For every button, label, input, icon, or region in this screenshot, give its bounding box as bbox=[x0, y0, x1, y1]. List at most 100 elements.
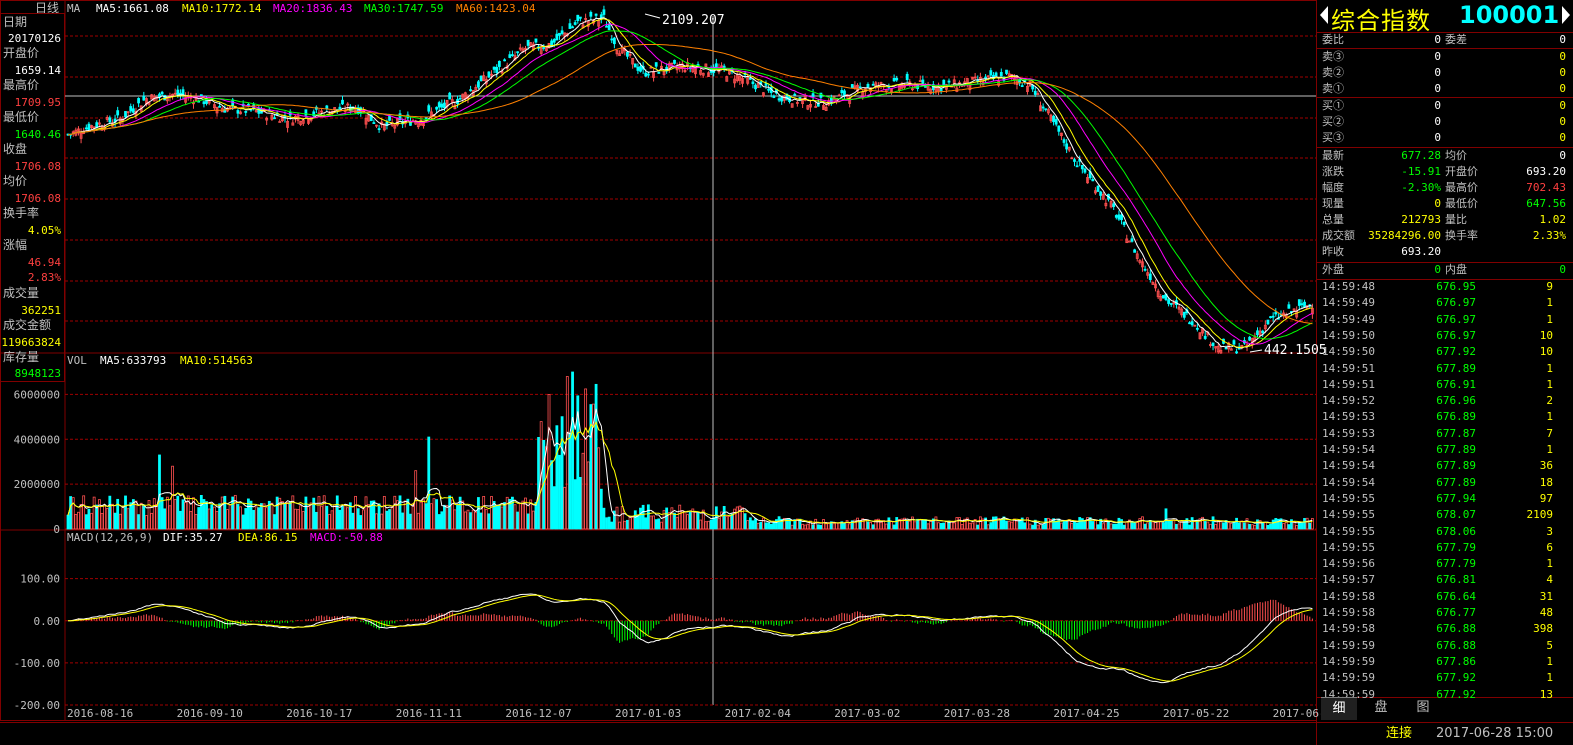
order-diff-label: 委差 bbox=[1445, 33, 1467, 46]
x-axis-date: 2016-10-17 bbox=[286, 707, 352, 720]
volume-bar bbox=[346, 507, 350, 530]
volume-bar bbox=[1219, 520, 1223, 530]
volume-bar bbox=[1117, 517, 1121, 530]
candle-body bbox=[924, 85, 927, 88]
tick-time: 14:59:58 bbox=[1322, 606, 1375, 619]
volume-bar bbox=[683, 511, 687, 530]
candle-body bbox=[124, 111, 127, 118]
volume-bar bbox=[364, 496, 368, 530]
volume-bar bbox=[704, 521, 708, 530]
candle-body bbox=[1271, 315, 1275, 318]
candle-body bbox=[1096, 185, 1100, 192]
candle-body bbox=[1133, 249, 1137, 253]
candle-body bbox=[772, 95, 776, 98]
volume-bar bbox=[1248, 523, 1252, 530]
candle-body bbox=[1195, 327, 1199, 330]
volume-bar bbox=[362, 509, 365, 530]
volume-bar bbox=[74, 514, 78, 530]
volume-bar bbox=[270, 502, 274, 530]
volume-bar bbox=[1146, 522, 1150, 530]
ma60-label: MA60:1423.04 bbox=[456, 2, 536, 15]
stat-value: -2.30% bbox=[1401, 181, 1441, 194]
volume-bar bbox=[95, 504, 99, 530]
volume-bar bbox=[199, 495, 203, 530]
tick-price: 676.64 bbox=[1436, 589, 1476, 603]
connection-status[interactable]: 连接 bbox=[1386, 723, 1412, 745]
ma-label: MA bbox=[67, 2, 81, 15]
tick-price: 678.06 bbox=[1436, 524, 1476, 538]
volume-bar bbox=[924, 519, 927, 530]
tick-time: 14:59:53 bbox=[1322, 426, 1375, 440]
volume-bar bbox=[484, 509, 488, 530]
tab-book[interactable]: 盘 bbox=[1363, 697, 1399, 719]
volume-bar bbox=[220, 496, 224, 530]
volume-bar bbox=[1031, 524, 1035, 530]
candle-body bbox=[578, 16, 582, 19]
volume-bar bbox=[1235, 517, 1238, 530]
tick-price: 676.91 bbox=[1436, 377, 1476, 391]
tick-volume: 4 bbox=[1546, 573, 1553, 587]
volume-bar bbox=[1154, 521, 1157, 530]
volume-bar bbox=[176, 495, 180, 530]
volume-bar bbox=[1151, 521, 1155, 530]
tick-volume: 13 bbox=[1539, 687, 1553, 701]
candle-body bbox=[1256, 330, 1259, 336]
volume-bar bbox=[1287, 524, 1291, 530]
volume-bar bbox=[662, 510, 666, 530]
candle-body bbox=[199, 94, 203, 97]
volume-bar bbox=[1203, 521, 1207, 530]
candle-body bbox=[989, 70, 993, 76]
volume-bar bbox=[252, 509, 256, 530]
prev-arrow-icon[interactable] bbox=[1320, 6, 1328, 24]
volume-bar bbox=[649, 515, 653, 530]
volume-bar bbox=[440, 511, 444, 530]
candle-body bbox=[1211, 342, 1215, 347]
volume-bar bbox=[77, 511, 80, 530]
volume-bar bbox=[1080, 518, 1084, 530]
volume-bar bbox=[497, 505, 501, 530]
volume-bar bbox=[1188, 524, 1191, 530]
change-value: 46.94 bbox=[27, 256, 61, 269]
volume-bar bbox=[537, 436, 540, 530]
next-arrow-icon[interactable] bbox=[1562, 6, 1570, 24]
bid-volume: 0 bbox=[1559, 115, 1566, 128]
tab-chart[interactable]: 图 bbox=[1405, 697, 1441, 719]
volume-bar bbox=[748, 517, 752, 530]
candle-body bbox=[508, 54, 512, 58]
candle-body bbox=[646, 73, 650, 76]
ma60-line bbox=[67, 44, 1313, 325]
open-label: 开盘价 bbox=[3, 46, 40, 60]
volume-bar bbox=[1148, 520, 1152, 530]
candle-body bbox=[1083, 168, 1087, 173]
tick-price: 676.89 bbox=[1436, 410, 1476, 424]
tick-volume: 97 bbox=[1539, 491, 1553, 505]
volume-bar bbox=[111, 503, 114, 530]
volume-bar bbox=[824, 523, 828, 530]
volume-bar bbox=[273, 514, 276, 530]
tick-time: 14:59:59 bbox=[1322, 654, 1375, 668]
candle-body bbox=[1303, 301, 1306, 308]
candle-body bbox=[1052, 115, 1055, 123]
candle-body bbox=[448, 92, 452, 100]
candle-body bbox=[594, 13, 598, 16]
candle-body bbox=[840, 90, 844, 94]
ask-volume: 0 bbox=[1559, 50, 1566, 63]
volume-bar bbox=[139, 502, 143, 530]
candle-body bbox=[492, 66, 496, 70]
volume-bar bbox=[628, 515, 632, 530]
volume-bar bbox=[448, 495, 452, 530]
stat-value: 2.33% bbox=[1532, 229, 1566, 242]
volume-axis-tick: 0 bbox=[53, 523, 60, 536]
volume-bar bbox=[571, 371, 574, 530]
tick-price: 676.95 bbox=[1436, 280, 1476, 293]
volume-bar bbox=[171, 465, 174, 530]
volume-bar bbox=[108, 495, 112, 530]
volume-bar bbox=[1175, 524, 1178, 530]
tab-detail[interactable]: 细 bbox=[1321, 697, 1357, 720]
candle-body bbox=[526, 39, 530, 46]
stat-value: 693.20 bbox=[1526, 165, 1566, 178]
volume-bar bbox=[856, 517, 859, 530]
index-code: 100001 bbox=[1459, 1, 1560, 29]
volume-bar bbox=[639, 507, 642, 530]
tick-time: 14:59:57 bbox=[1322, 573, 1375, 587]
